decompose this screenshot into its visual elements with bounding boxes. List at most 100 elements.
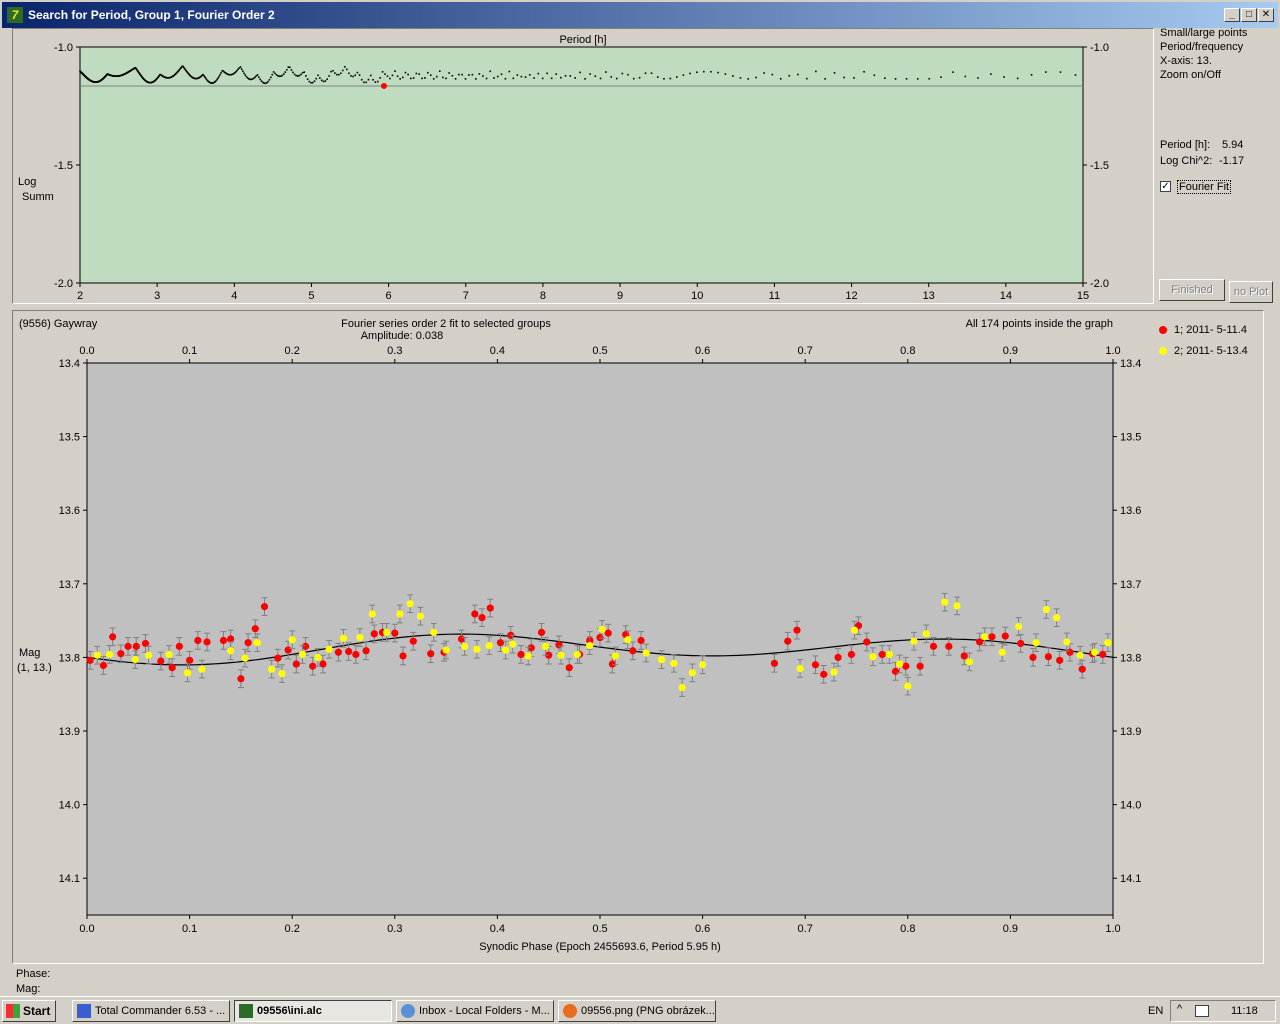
period-label: Period [h]: <box>1160 139 1211 151</box>
points-info: All 174 points inside the graph <box>966 318 1113 330</box>
periodogram-point <box>217 77 219 79</box>
fourier-fit-label[interactable]: Fourier Fit <box>1177 180 1232 194</box>
periodogram-point <box>445 77 447 80</box>
periodogram-point <box>533 77 535 79</box>
data-point-group-2 <box>93 651 101 659</box>
periodogram-point <box>354 74 357 77</box>
periodogram-point <box>432 77 435 80</box>
close-button[interactable]: ✕ <box>1258 8 1274 22</box>
network-icon[interactable] <box>1195 1005 1209 1017</box>
periodogram-point <box>399 78 401 80</box>
periodogram-point <box>352 75 354 78</box>
periodogram-point <box>296 75 299 77</box>
data-point-group-2 <box>678 683 686 692</box>
taskbar: Start Total Commander 6.53 - ... 09556\i… <box>0 996 1280 1024</box>
data-point-group-2 <box>1032 639 1040 647</box>
periodogram-point <box>541 77 544 80</box>
data-point-group-2 <box>430 628 438 636</box>
lightcurve-x-tick-label: 0.9 <box>1003 923 1018 935</box>
data-point-group-2 <box>981 633 989 641</box>
periodogram-point <box>356 71 359 74</box>
periodogram-point <box>905 77 908 80</box>
language-indicator[interactable]: EN <box>1148 1005 1163 1017</box>
periodogram-point <box>442 76 444 79</box>
periodogram-point <box>594 75 597 78</box>
option-x-axis[interactable]: X-axis: 13. <box>1160 55 1212 67</box>
option-small-large-points[interactable]: Small/large points <box>1160 27 1247 39</box>
task-alcdef[interactable]: 09556\ini.alc <box>234 1000 392 1022</box>
periodogram-chart[interactable]: Period [h] Log Summ 2 3 4 5 6 7 8 9 10 11 12 13 14 15… <box>13 29 1153 303</box>
period-value: 5.94 <box>1222 139 1244 151</box>
periodogram-point <box>280 75 282 77</box>
option-zoom[interactable]: Zoom on/Off <box>1160 69 1221 81</box>
task-firefox[interactable]: 09556.png (PNG obrázek... <box>558 1000 716 1022</box>
periodogram-point <box>438 70 441 73</box>
fourier-fit-checkbox[interactable]: ✓ <box>1160 181 1171 192</box>
data-point-group-2 <box>396 610 404 618</box>
lightcurve-y-tick-label: 13.7 <box>59 579 80 591</box>
periodogram-point <box>285 68 288 71</box>
periodogram-plot-area[interactable] <box>79 46 1084 284</box>
minimize-button[interactable]: _ <box>1224 8 1240 22</box>
periodogram-point <box>732 75 734 77</box>
periodogram-x-tick-label: 2 <box>77 290 83 302</box>
periodogram-point <box>282 73 285 75</box>
periodogram-point <box>311 81 314 84</box>
periodogram-point <box>350 75 352 77</box>
data-point-group-2 <box>502 646 510 654</box>
periodogram-point <box>471 73 474 76</box>
periodogram-point <box>650 72 653 75</box>
data-point-group-2 <box>1076 651 1084 659</box>
periodogram-point <box>916 78 919 80</box>
window-titlebar: 7 Search for Period, Group 1, Fourier Or… <box>0 0 1280 28</box>
data-point-group-2 <box>198 665 206 673</box>
data-point-group-2 <box>460 642 469 650</box>
periodogram-point <box>1059 71 1062 73</box>
periodogram-panel: Period [h] Log Summ 2 3 4 5 6 7 8 9 10 11 12 13 14 15… <box>12 28 1154 304</box>
periodogram-point <box>274 72 276 75</box>
periodogram-point <box>293 73 296 76</box>
data-point-group-1 <box>157 657 165 665</box>
data-point-group-2 <box>657 656 666 664</box>
periodogram-point <box>451 74 454 77</box>
lightcurve-chart[interactable]: (9556) Gaywray Fourier series order 2 fi… <box>13 311 1263 963</box>
periodogram-y-label-2: Summ <box>22 191 54 203</box>
periodogram-point <box>256 74 259 76</box>
finished-button[interactable]: Finished <box>1159 279 1225 301</box>
periodogram-x-title: Period [h] <box>559 34 606 46</box>
periodogram-point <box>407 73 409 76</box>
data-point-group-2 <box>183 669 192 677</box>
maximize-button[interactable]: □ <box>1241 8 1257 22</box>
start-button[interactable]: Start <box>2 1000 56 1022</box>
data-point-group-2 <box>573 650 582 659</box>
periodogram-point <box>520 75 523 78</box>
data-point-group-2 <box>830 668 838 676</box>
periodogram-point <box>458 73 460 76</box>
periodogram-point <box>389 77 391 80</box>
task-total-commander[interactable]: Total Commander 6.53 - ... <box>72 1000 230 1022</box>
periodogram-point <box>485 77 488 80</box>
data-point-group-1 <box>99 661 108 670</box>
data-point-group-1 <box>976 638 984 646</box>
data-point-group-2 <box>557 651 565 659</box>
periodogram-point <box>358 74 361 76</box>
data-point-group-2 <box>611 652 619 660</box>
no-plot-button[interactable]: no Plot <box>1229 281 1273 303</box>
data-point-group-1 <box>427 650 435 658</box>
periodogram-point <box>771 73 774 76</box>
periodogram-point <box>306 78 309 80</box>
periodogram-point <box>638 76 641 79</box>
task-inbox[interactable]: Inbox - Local Folders - M... <box>396 1000 554 1022</box>
data-point-group-2 <box>1090 648 1099 656</box>
periodogram-point <box>319 77 321 79</box>
data-point-group-1 <box>194 636 202 645</box>
option-period-frequency[interactable]: Period/frequency <box>1160 41 1243 53</box>
periodogram-point <box>644 72 647 75</box>
chevron-up-icon[interactable]: ^ <box>1177 1003 1182 1015</box>
lightcurve-y-tick-label-right: 13.4 <box>1120 358 1141 370</box>
system-tray: ^ 11:18 <box>1170 1000 1276 1022</box>
periodogram-point <box>815 70 817 73</box>
data-point-group-2 <box>356 633 364 642</box>
data-point-group-1 <box>117 650 125 658</box>
data-point-group-2 <box>278 669 286 678</box>
